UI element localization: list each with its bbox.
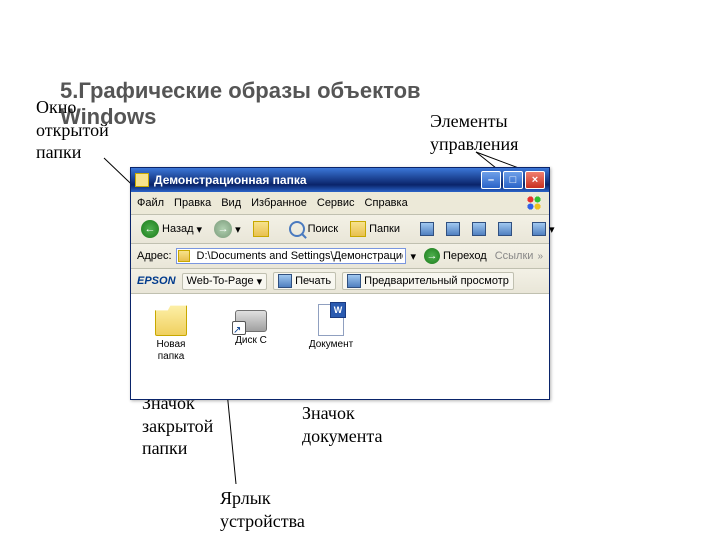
address-label: Адрес: <box>137 250 172 262</box>
windows-logo-icon <box>525 194 543 212</box>
views-icon <box>532 222 546 236</box>
preview-button[interactable]: Предварительный просмотр <box>342 272 514 290</box>
maximize-button[interactable]: □ <box>503 171 523 189</box>
search-button[interactable]: Поиск <box>285 219 342 239</box>
generic-tool-icon <box>498 222 512 236</box>
folders-label: Папки <box>369 223 400 235</box>
search-icon <box>289 221 305 237</box>
label-document-icon: Значок документа <box>302 402 383 447</box>
links-label[interactable]: Ссылки <box>495 250 534 262</box>
generic-tool-icon <box>446 222 460 236</box>
generic-tool-icon <box>420 222 434 236</box>
tool-icon-3[interactable] <box>468 220 490 238</box>
menubar: Файл Правка Вид Избранное Сервис Справка <box>131 192 549 215</box>
label-device-shortcut: Ярлык устройства <box>220 487 305 532</box>
views-button[interactable]: ▾ <box>528 220 559 238</box>
drive-shortcut-icon <box>235 310 267 332</box>
search-label: Поиск <box>308 223 338 235</box>
content-area[interactable]: Новая папка Диск С Документ <box>131 294 549 399</box>
preview-label: Предварительный просмотр <box>364 275 509 287</box>
label-open-folder-window: Окно открытой папки <box>36 96 109 164</box>
print-label: Печать <box>295 275 331 287</box>
folders-icon <box>350 221 366 237</box>
menu-edit[interactable]: Правка <box>174 197 211 209</box>
printer-icon <box>278 274 292 288</box>
forward-arrow-icon: → <box>214 220 232 238</box>
web-to-page-dropdown[interactable]: Web-To-Page ▾ <box>182 273 268 290</box>
go-button[interactable]: → Переход <box>420 246 491 266</box>
go-arrow-icon: → <box>424 248 440 264</box>
preview-icon <box>347 274 361 288</box>
chevron-down-icon: ▾ <box>235 223 241 236</box>
epson-toolbar: EPSON Web-To-Page ▾ Печать Предварительн… <box>131 269 549 294</box>
print-button[interactable]: Печать <box>273 272 336 290</box>
go-label: Переход <box>443 250 487 262</box>
window-title: Демонстрационная папка <box>154 173 307 187</box>
menu-favorites[interactable]: Избранное <box>251 197 307 209</box>
slide-title: 5.Графические образы объектов Windows <box>60 78 421 130</box>
menu-help[interactable]: Справка <box>365 197 408 209</box>
menu-file[interactable]: Файл <box>137 197 164 209</box>
folders-button[interactable]: Папки <box>346 219 404 239</box>
menu-view[interactable]: Вид <box>221 197 241 209</box>
minimize-button[interactable]: – <box>481 171 501 189</box>
back-button[interactable]: ← Назад ▾ <box>137 218 206 240</box>
tool-icon-1[interactable] <box>416 220 438 238</box>
chevron-down-icon: ▾ <box>257 275 263 288</box>
word-document-icon <box>318 304 344 336</box>
generic-tool-icon <box>472 222 486 236</box>
chevron-down-icon: ▾ <box>197 223 203 236</box>
titlebar[interactable]: Демонстрационная папка – □ × <box>131 168 549 192</box>
label-closed-folder-icon: Значок закрытой папки <box>142 392 213 460</box>
web-to-page-label: Web-To-Page <box>187 275 254 287</box>
close-button[interactable]: × <box>525 171 545 189</box>
epson-brand: EPSON <box>137 275 176 287</box>
item-folder[interactable]: Новая папка <box>143 304 199 389</box>
back-label: Назад <box>162 223 194 235</box>
address-input[interactable] <box>176 248 407 264</box>
tool-icon-4[interactable] <box>494 220 516 238</box>
folder-icon <box>178 250 190 262</box>
up-button[interactable] <box>249 219 273 239</box>
menu-service[interactable]: Сервис <box>317 197 355 209</box>
item-label: Документ <box>309 339 353 351</box>
chevron-right-icon[interactable]: » <box>537 251 543 262</box>
toolbar: ← Назад ▾ → ▾ Поиск Папки ▾ <box>131 215 549 244</box>
addressbar: Адрес: ▾ → Переход Ссылки » <box>131 244 549 269</box>
label-controls: Элементы управления <box>430 110 518 155</box>
chevron-down-icon: ▾ <box>549 223 555 236</box>
chevron-down-icon[interactable]: ▾ <box>410 250 416 263</box>
item-label: Диск С <box>235 335 267 347</box>
folder-icon <box>135 173 149 187</box>
item-document[interactable]: Документ <box>303 304 359 389</box>
item-label: Новая папка <box>143 339 199 362</box>
explorer-window: Демонстрационная папка – □ × Файл Правка… <box>130 167 550 400</box>
up-folder-icon <box>253 221 269 237</box>
back-arrow-icon: ← <box>141 220 159 238</box>
forward-button[interactable]: → ▾ <box>210 218 245 240</box>
tool-icon-2[interactable] <box>442 220 464 238</box>
closed-folder-icon <box>155 304 187 336</box>
item-drive-shortcut[interactable]: Диск С <box>223 304 279 389</box>
